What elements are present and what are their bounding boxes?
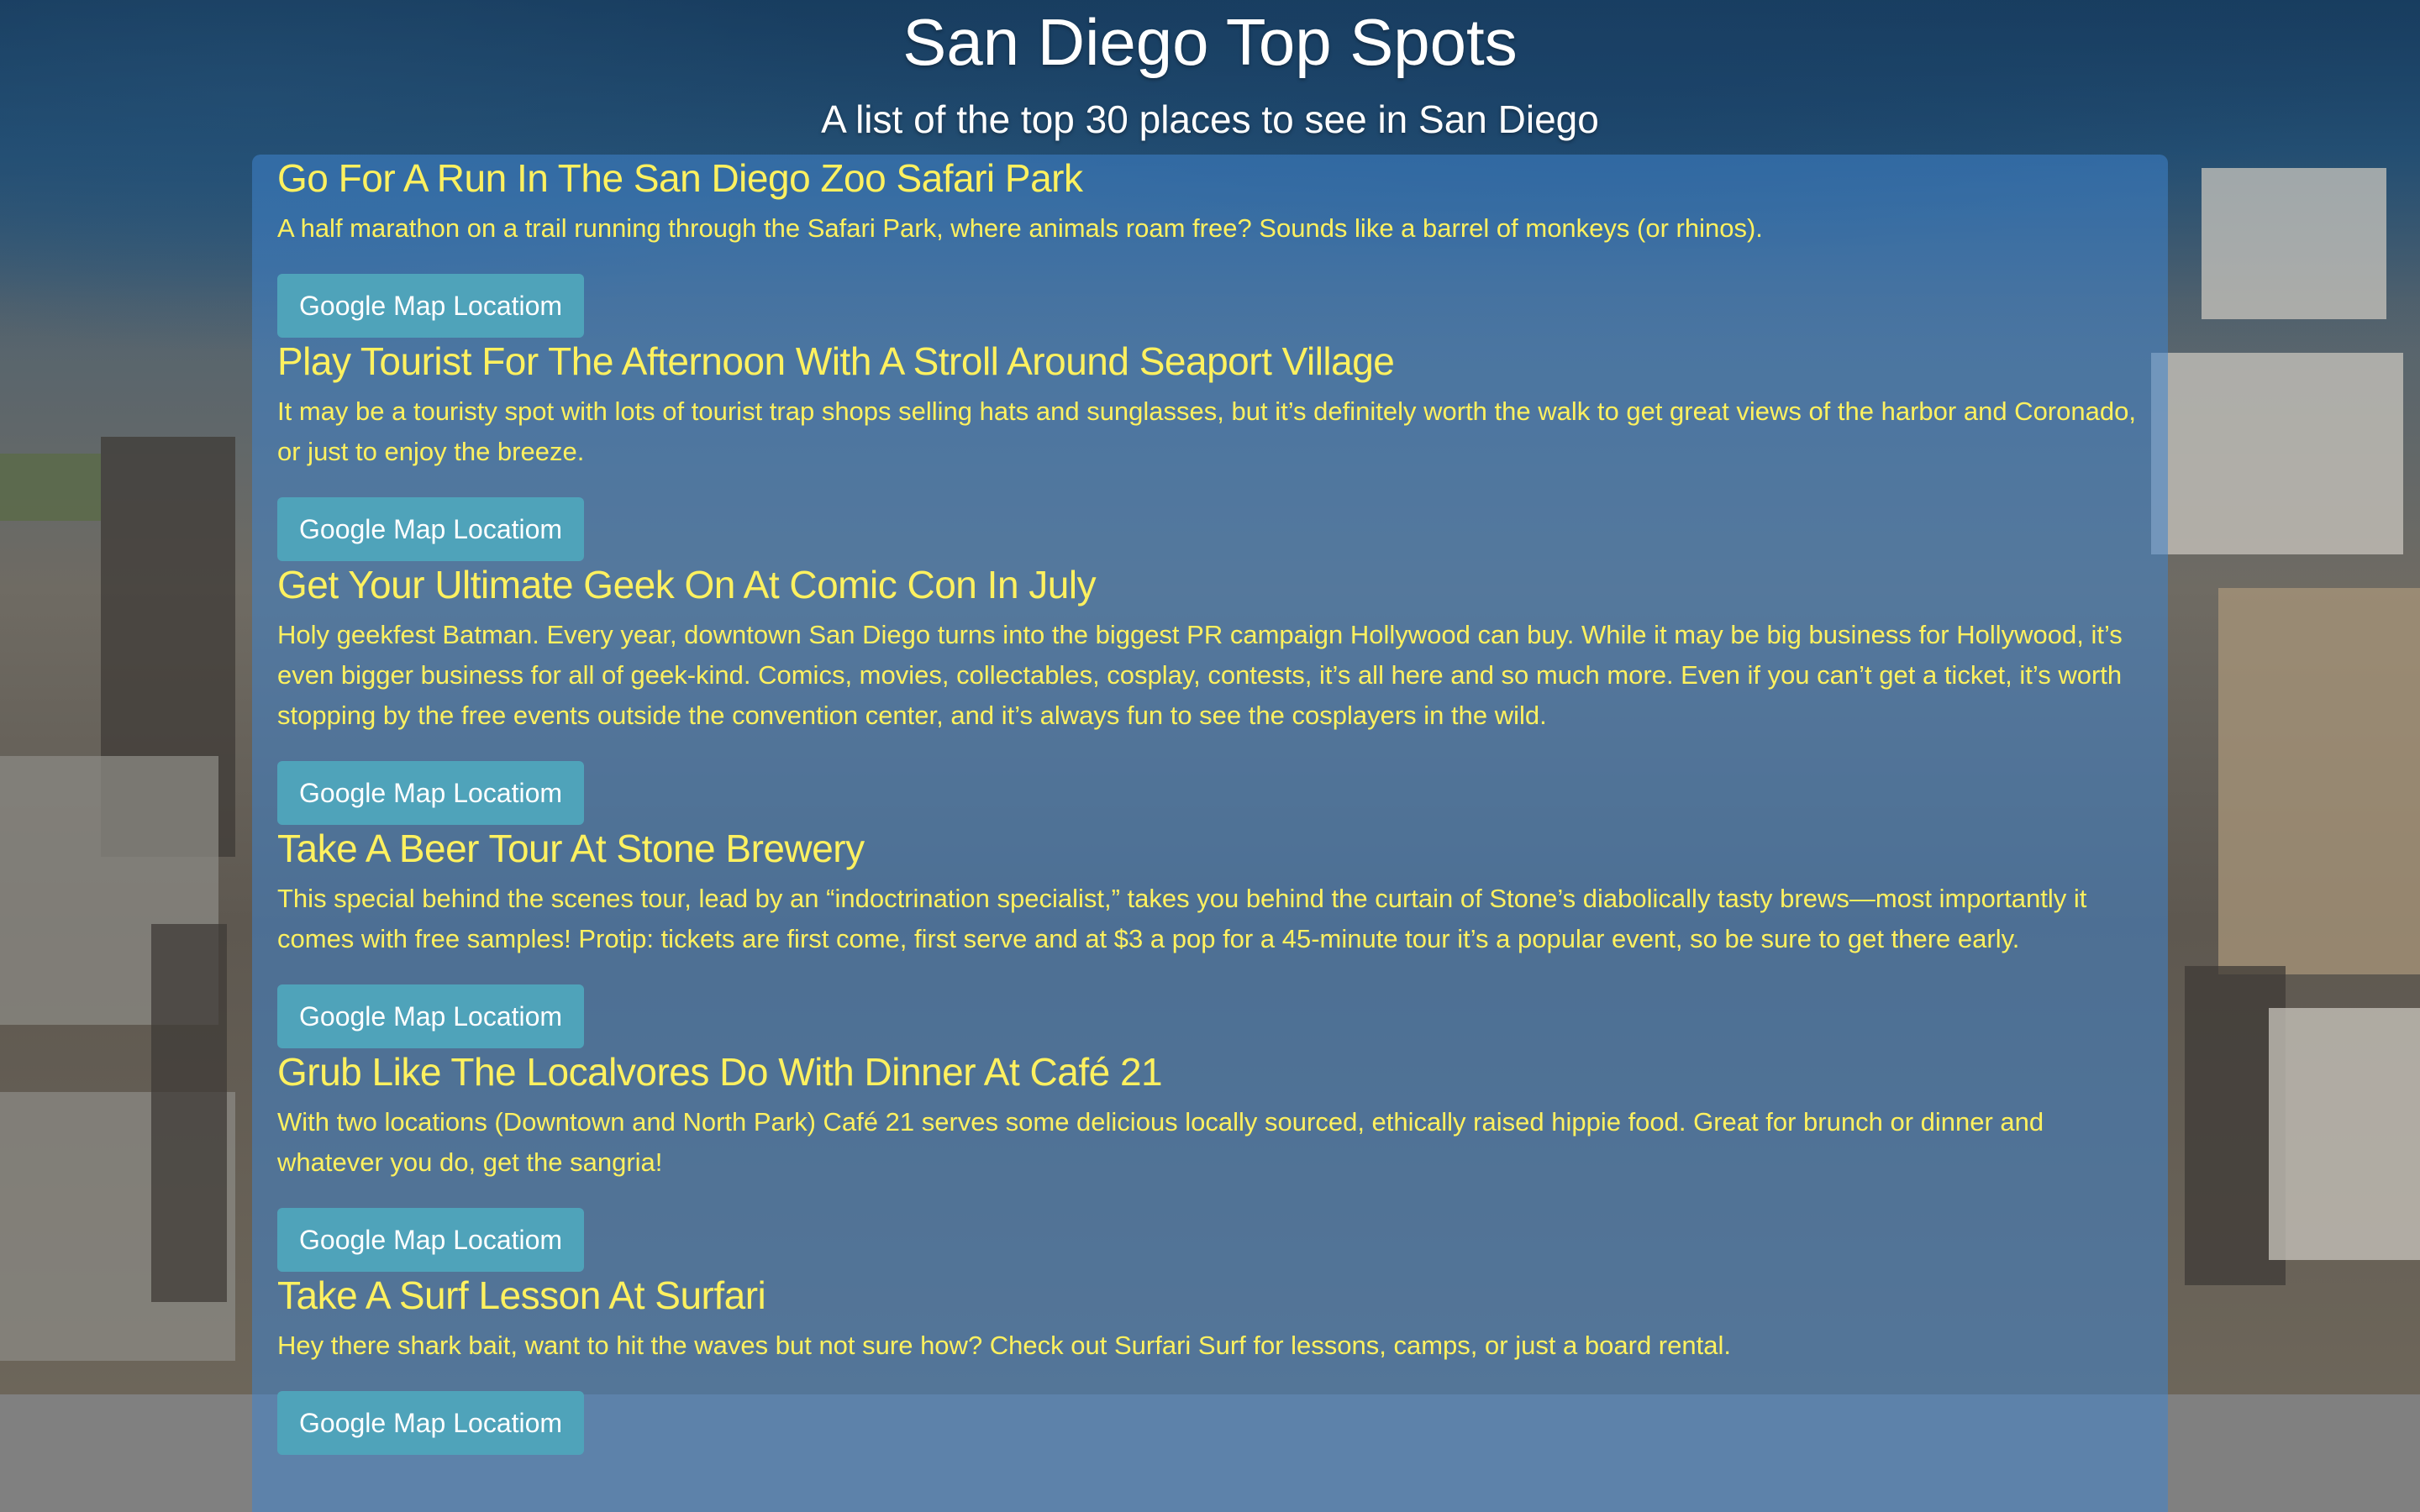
spot-title: Play Tourist For The Afternoon With A St…: [277, 339, 1395, 383]
spot-title: Take A Beer Tour At Stone Brewery: [277, 827, 865, 870]
spot-description: Holy geekfest Batman. Every year, downto…: [277, 620, 2123, 730]
spot-list: Go For A Run In The San Diego Zoo Safari…: [277, 155, 2151, 1455]
spot-item: Get Your Ultimate Geek On At Comic Con I…: [277, 561, 2151, 825]
spot-title: Take A Surf Lesson At Surfari: [277, 1273, 766, 1317]
spot-description: It may be a touristy spot with lots of t…: [277, 396, 2136, 466]
spot-item: Grub Like The Localvores Do With Dinner …: [277, 1048, 2151, 1272]
spot-description: Hey there shark bait, want to hit the wa…: [277, 1331, 1731, 1360]
google-map-location-button[interactable]: Google Map Locatiom: [277, 1391, 585, 1455]
spot-description: This special behind the scenes tour, lea…: [277, 884, 2087, 953]
spot-item: Take A Beer Tour At Stone Brewery This s…: [277, 825, 2151, 1048]
spot-description: A half marathon on a trail running throu…: [277, 213, 1763, 243]
page-subtitle: A list of the top 30 places to see in Sa…: [821, 97, 1599, 141]
spot-title: Go For A Run In The San Diego Zoo Safari…: [277, 156, 1083, 200]
spot-item: Take A Surf Lesson At Surfari Hey there …: [277, 1272, 2151, 1455]
google-map-location-button[interactable]: Google Map Locatiom: [277, 761, 585, 825]
page-title: San Diego Top Spots: [902, 5, 1518, 79]
google-map-location-button[interactable]: Google Map Locatiom: [277, 1208, 585, 1272]
google-map-location-button[interactable]: Google Map Locatiom: [277, 984, 585, 1048]
spot-item: Go For A Run In The San Diego Zoo Safari…: [277, 155, 2151, 338]
google-map-location-button[interactable]: Google Map Locatiom: [277, 497, 585, 561]
spot-title: Grub Like The Localvores Do With Dinner …: [277, 1050, 1163, 1094]
spot-title: Get Your Ultimate Geek On At Comic Con I…: [277, 563, 1097, 606]
google-map-location-button[interactable]: Google Map Locatiom: [277, 274, 585, 338]
spot-description: With two locations (Downtown and North P…: [277, 1107, 2044, 1177]
spot-item: Play Tourist For The Afternoon With A St…: [277, 338, 2151, 561]
